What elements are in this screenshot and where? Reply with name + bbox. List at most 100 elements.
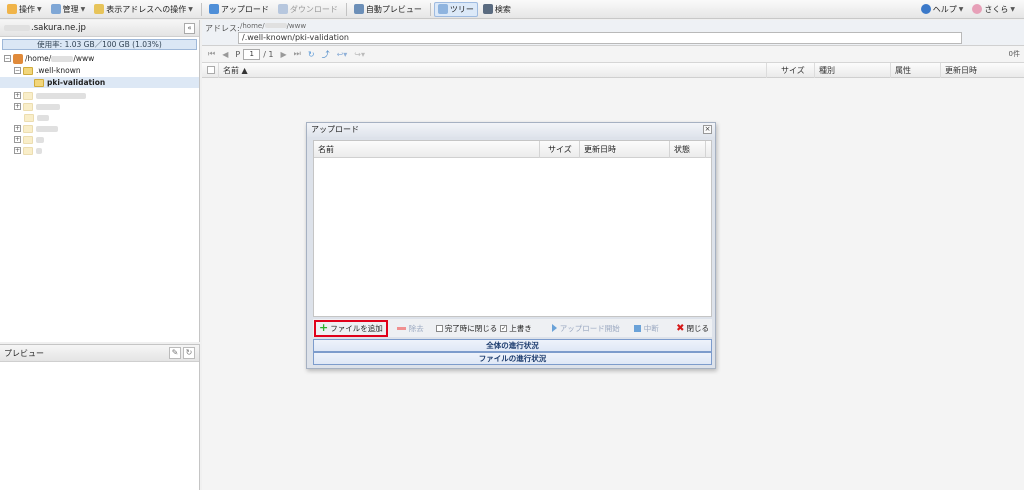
item-count: 0件 <box>1008 50 1020 58</box>
address-ops-menu[interactable]: 表示アドレスへの操作 ▼ <box>90 2 197 17</box>
column-size[interactable]: サイズ <box>766 63 814 78</box>
tree-item-masked[interactable]: + <box>0 145 199 156</box>
upload-dialog: アップロード × 名前 サイズ 更新日時 状態 + ファイルを追加 除去 完了時… <box>306 122 716 369</box>
upload-column-name[interactable]: 名前 <box>314 141 540 158</box>
collapse-toggle[interactable]: − <box>14 67 21 74</box>
address-input[interactable]: /.well-known/pki-validation <box>238 32 962 44</box>
overwrite-checkbox[interactable]: ✓ 上書き <box>500 323 535 334</box>
masked-username <box>51 55 74 62</box>
collapse-panel-button[interactable]: « <box>184 22 195 34</box>
folder-icon <box>24 113 34 122</box>
column-type[interactable]: 種別 <box>814 63 890 78</box>
close-dialog-button[interactable]: ✖ 閉じる <box>673 323 712 334</box>
address-breadcrumb: /home//www <box>240 22 307 30</box>
tree-item-masked[interactable]: + <box>0 123 199 134</box>
start-upload-button[interactable]: アップロード開始 <box>549 323 623 334</box>
expand-toggle[interactable]: + <box>14 103 21 110</box>
search-button[interactable]: 検索 <box>479 2 515 17</box>
up-folder-icon[interactable]: ⤴ <box>322 49 330 60</box>
home-icon <box>13 53 23 64</box>
auto-preview-toggle[interactable]: 自動プレビュー <box>350 2 426 17</box>
help-menu[interactable]: ヘルプ ▼ <box>917 2 968 17</box>
preview-header: プレビュー ✎ ↻ <box>0 345 199 362</box>
domain-label: .sakura.ne.jp <box>31 23 86 33</box>
main-toolbar: 操作 ▼ 管理 ▼ 表示アドレスへの操作 ▼ アップロード ダウンロード 自動プレビュ… <box>0 0 1024 19</box>
column-attr[interactable]: 属性 <box>890 63 940 78</box>
expand-toggle[interactable]: + <box>14 125 21 132</box>
operations-menu[interactable]: 操作 ▼ <box>3 2 46 17</box>
binoculars-icon <box>482 4 493 14</box>
toolbar-separator <box>345 2 347 16</box>
tree-toggle[interactable]: ツリー <box>433 1 478 17</box>
column-updated[interactable]: 更新日時 <box>940 63 1020 78</box>
masked-folder-name <box>36 136 44 143</box>
first-page-icon[interactable]: ⏮ <box>208 49 215 59</box>
checkbox-checked[interactable]: ✓ <box>500 324 508 332</box>
page-number-input[interactable]: 1 <box>243 48 261 60</box>
expand-toggle[interactable]: + <box>14 92 21 99</box>
masked-folder-name <box>37 114 49 121</box>
upload-column-size[interactable]: サイズ <box>540 141 580 158</box>
refresh-icon[interactable]: ↻ <box>308 50 315 59</box>
upload-column-status[interactable]: 状態 <box>670 141 706 158</box>
folder-icon <box>34 78 44 87</box>
toolbar-separator <box>200 2 202 16</box>
chevron-down-icon: ▼ <box>188 5 193 13</box>
folder-icon <box>94 4 105 14</box>
play-icon <box>551 324 557 332</box>
add-file-button[interactable]: + ファイルを追加 <box>314 319 388 337</box>
folder-icon <box>23 66 33 75</box>
tree-item-well-known[interactable]: − .well-known <box>0 65 199 76</box>
remove-button[interactable]: 除去 <box>394 323 427 334</box>
pagination-toolbar: ⏮ ◀ P 1 / 1 ▶ ⏭ ↻ ⤴ ↩▾ ↪▾ 0件 <box>202 46 1024 63</box>
upload-column-updated[interactable]: 更新日時 <box>580 141 670 158</box>
forward-icon[interactable]: ↪▾ <box>354 50 365 59</box>
disk-usage-bar: 使用率: 1.03 GB／100 GB (1.03%) <box>2 39 197 50</box>
edit-icon[interactable]: ✎ <box>169 347 181 359</box>
tree-item-masked[interactable]: + <box>0 90 199 101</box>
folder-icon <box>23 146 33 155</box>
abort-button[interactable]: 中断 <box>631 323 662 334</box>
back-icon[interactable]: ↩▾ <box>337 50 348 59</box>
next-page-icon[interactable]: ▶ <box>281 50 287 59</box>
folder-icon <box>23 124 33 133</box>
address-bar: アドレス: /home//www /.well-known/pki-valida… <box>202 20 1024 46</box>
expand-toggle[interactable]: + <box>14 136 21 143</box>
help-icon <box>920 4 931 14</box>
folder-tree-panel: .sakura.ne.jp « 使用率: 1.03 GB／100 GB (1.0… <box>0 20 200 342</box>
overall-progress-bar: 全体の進行状況 <box>313 339 712 352</box>
download-icon <box>277 4 288 14</box>
prev-page-icon[interactable]: ◀ <box>222 50 228 59</box>
download-button[interactable]: ダウンロード <box>274 2 342 17</box>
upload-grid-header: 名前 サイズ 更新日時 状態 <box>314 141 711 158</box>
file-progress-bar: ファイルの進行状況 <box>313 352 712 365</box>
select-all-checkbox[interactable] <box>207 66 215 74</box>
tree-item-masked[interactable] <box>0 112 199 123</box>
user-menu[interactable]: さくら ▼ <box>968 2 1019 17</box>
user-icon <box>972 4 983 14</box>
tree-panel-header: .sakura.ne.jp « <box>0 20 199 37</box>
chevron-down-icon: ▼ <box>958 5 964 13</box>
last-page-icon[interactable]: ⏭ <box>294 49 301 59</box>
expand-toggle[interactable]: + <box>14 147 21 154</box>
checkbox-unchecked[interactable] <box>435 324 443 332</box>
tree-item-masked[interactable]: + <box>0 101 199 112</box>
tree-item-root[interactable]: − /home/ /www <box>0 53 199 64</box>
tree-item-pki-validation[interactable]: pki-validation <box>0 77 199 88</box>
gear-icon <box>7 4 17 14</box>
column-name[interactable]: 名前 ▲ <box>218 63 766 78</box>
close-icon[interactable]: × <box>703 125 712 134</box>
masked-folder-name <box>36 92 86 99</box>
collapse-toggle[interactable]: − <box>4 55 11 62</box>
upload-icon <box>208 4 219 14</box>
upload-file-grid: 名前 サイズ 更新日時 状態 <box>313 140 712 317</box>
folder-icon <box>23 102 33 111</box>
address-label: アドレス: <box>205 24 240 33</box>
refresh-icon[interactable]: ↻ <box>183 347 195 359</box>
close-on-finish-checkbox[interactable]: 完了時に閉じる <box>433 323 501 334</box>
preview-panel: プレビュー ✎ ↻ <box>0 344 200 490</box>
upload-button[interactable]: アップロード <box>205 2 273 17</box>
tree-item-masked[interactable]: + <box>0 134 199 145</box>
manage-menu[interactable]: 管理 ▼ <box>47 2 90 17</box>
toolbar-separator <box>429 2 431 16</box>
